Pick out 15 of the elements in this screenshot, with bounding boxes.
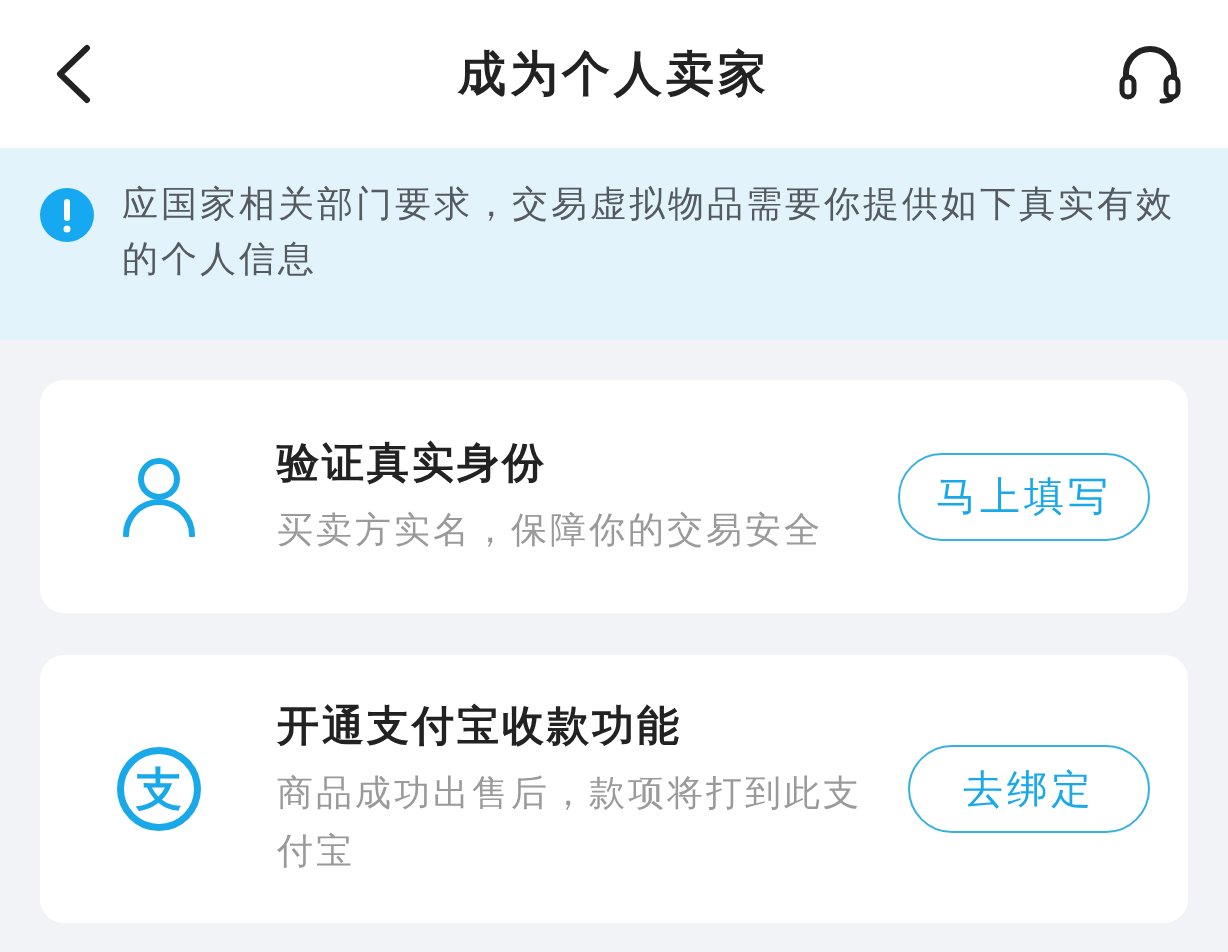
notice-text: 应国家相关部门要求，交易虚拟物品需要你提供如下真实有效的个人信息 bbox=[122, 182, 1176, 281]
back-chevron-icon bbox=[54, 44, 92, 104]
info-icon bbox=[40, 188, 94, 242]
step-action-button[interactable]: 马上填写 bbox=[898, 452, 1150, 541]
step-title: 验证真实身份 bbox=[277, 436, 548, 489]
back-button[interactable] bbox=[54, 44, 92, 104]
step-description: 商品成功出售后，款项将打到此支付宝 bbox=[277, 771, 863, 873]
page-title: 成为个人卖家 bbox=[458, 44, 770, 103]
payment-logo: 支 bbox=[116, 747, 201, 831]
step-action-button[interactable]: 去绑定 bbox=[908, 745, 1150, 833]
step-description: 买卖方实名，保障你的交易安全 bbox=[277, 507, 824, 552]
person-icon bbox=[121, 456, 196, 537]
step-title: 开通支付宝收款功能 bbox=[277, 700, 683, 752]
support-button[interactable] bbox=[1118, 43, 1182, 105]
headset-icon bbox=[1118, 43, 1182, 105]
